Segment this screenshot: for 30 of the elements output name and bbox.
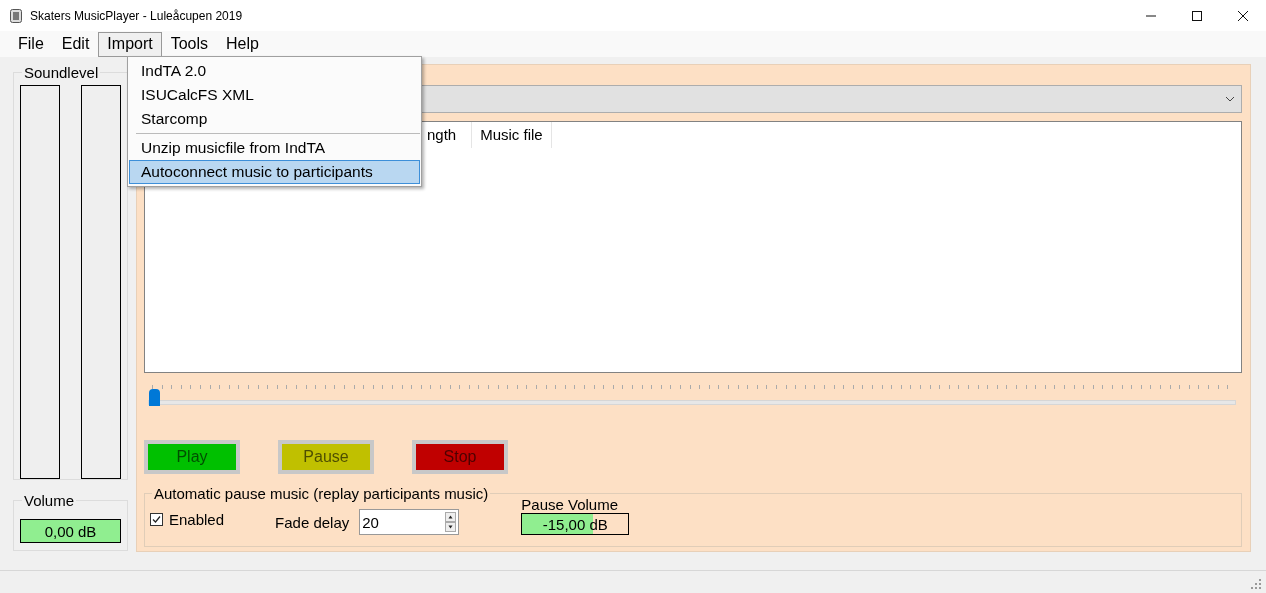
menu-item[interactable]: File — [9, 31, 53, 57]
menu-option[interactable]: IndTA 2.0 — [129, 59, 420, 83]
menu-item[interactable]: Help — [217, 31, 268, 57]
group-title: Automatic pause music (replay participants music) — [152, 485, 491, 502]
window-title: Skaters MusicPlayer - Luleåcupen 2019 — [30, 8, 243, 23]
menu-option[interactable]: ISUCalcFS XML — [129, 83, 420, 107]
group-title: Soundlevel — [22, 64, 101, 81]
menu-item[interactable]: Import — [98, 31, 162, 57]
maximize-icon[interactable] — [1191, 9, 1203, 22]
pause-volume-label: Pause Volume — [521, 496, 619, 513]
group-title: Volume — [22, 492, 77, 509]
enabled-checkbox[interactable]: Enabled — [150, 511, 225, 528]
slider-thumb[interactable] — [149, 389, 160, 406]
fade-delay-spinner[interactable]: 20 — [359, 509, 460, 535]
volume-reading: 0,00 dB — [44, 522, 97, 540]
resize-grip-icon[interactable] — [1251, 579, 1261, 589]
app-icon — [10, 8, 22, 23]
fade-delay-label: Fade delay — [275, 514, 350, 531]
column-header[interactable]: Music file — [472, 122, 552, 148]
transport-button[interactable]: Play — [144, 440, 240, 474]
close-icon[interactable] — [1237, 9, 1249, 22]
menu-item[interactable]: Tools — [161, 31, 218, 57]
menu-option[interactable]: Autoconnect music to participants — [129, 160, 420, 184]
transport-button[interactable]: Pause — [278, 440, 374, 474]
spin-down-icon[interactable] — [445, 522, 457, 532]
checkbox-icon[interactable] — [150, 513, 163, 526]
chevron-down-icon — [1225, 96, 1235, 102]
spin-up-icon[interactable] — [445, 512, 457, 522]
pause-volume-reading: -15,00 dB — [542, 515, 608, 533]
menu-item[interactable]: Edit — [52, 31, 99, 57]
